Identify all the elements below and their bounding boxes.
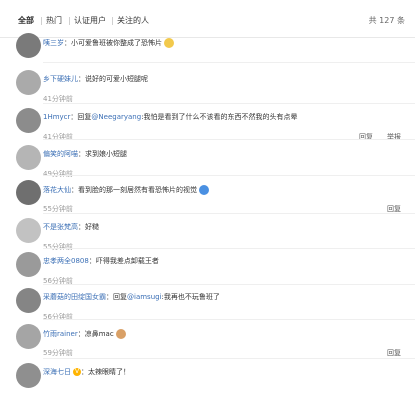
avatar[interactable] [16, 145, 41, 170]
tab-following[interactable]: 关注的人 [117, 16, 149, 26]
comment-body: 求到娘小短腿 [85, 150, 127, 158]
divider [43, 358, 415, 359]
avatar[interactable] [16, 108, 41, 133]
comment-body: 小可爱鲁班被你整成了恐怖片 [71, 39, 162, 47]
username-link[interactable]: 1Hmycr [43, 113, 70, 121]
username-link[interactable]: 忠孝两全0808 [43, 257, 89, 265]
comment-count: 共 127 条 [368, 16, 405, 25]
comment-text: 偏笑的阿喵：求到娘小短腿 [43, 150, 127, 158]
avatar[interactable] [16, 218, 41, 243]
comment-body: :我怕是看到了什么不该看的东西不然我的头有点晕 [141, 113, 298, 121]
divider [43, 248, 415, 249]
avatar[interactable] [16, 363, 41, 388]
divider [43, 213, 415, 214]
username-link[interactable]: 咦三岁 [43, 39, 64, 47]
cat-emoji-icon [115, 329, 126, 339]
comment-actions: 回复 举报 [345, 133, 401, 142]
comment-text: 忠孝两全0808：吓得我差点卸载王者 [43, 257, 159, 265]
comment-time: 41分钟前 [43, 133, 73, 141]
username-link[interactable]: 深海七日 [43, 368, 71, 376]
tab-divider [41, 17, 42, 25]
comment-text: 咦三岁：小可爱鲁班被你整成了恐怖片 [43, 38, 174, 48]
divider [43, 62, 415, 63]
reply-button[interactable]: 回复 [387, 205, 401, 213]
username-link[interactable]: 竹雨rainer [43, 330, 78, 338]
filter-tabs: 全部 热门 认证用户 关注的人 共 127 条 [0, 0, 415, 38]
username-link[interactable]: 乡下硬妹儿 [43, 75, 78, 83]
comment-body: 凉鼻mac [84, 330, 114, 338]
avatar[interactable] [16, 288, 41, 313]
comment-body: 吓得我差点卸载王者 [95, 257, 159, 265]
tab-verified-users[interactable]: 认证用户 [74, 16, 106, 26]
comment-body: 太辣眼睛了！ [88, 368, 130, 376]
comment-time: 59分钟前 [43, 349, 73, 357]
tab-all[interactable]: 全部 [18, 16, 34, 26]
mention-link[interactable]: @Neegaryang [91, 113, 141, 121]
divider [43, 175, 415, 176]
username-link[interactable]: 落花大仙 [43, 186, 71, 194]
comment-text: 1Hmycr：回复@Neegaryang:我怕是看到了什么不该看的东西不然我的头… [43, 113, 298, 121]
username-link[interactable]: 采蘑菇的田绽国女霸 [43, 293, 106, 301]
comment-body: 说好的可爱小短腿呢 [85, 75, 148, 83]
divider [43, 103, 415, 104]
comment-time: 56分钟前 [43, 313, 73, 321]
avatar[interactable] [16, 324, 41, 349]
avatar[interactable] [16, 180, 41, 205]
username-link[interactable]: 偏笑的阿喵 [43, 150, 78, 158]
comment-text: 竹雨rainer：凉鼻mac [43, 329, 126, 339]
avatar[interactable] [16, 70, 41, 95]
comment-body: :我再也不玩鲁班了 [161, 293, 220, 301]
tab-hot[interactable]: 热门 [46, 16, 62, 26]
verified-badge-icon: V [73, 368, 81, 376]
username-link[interactable]: 不是张梵高 [43, 223, 78, 231]
comment-actions: 回复 [373, 349, 401, 358]
comment-text: 采蘑菇的田绽国女霸：回复@iamsugi:我再也不玩鲁班了 [43, 293, 220, 301]
laughing-emoji-icon [164, 38, 174, 48]
comment-text: 落花大仙：看到脸的那一刻居然有看恐怖片的视觉 [43, 185, 209, 195]
avatar[interactable] [16, 33, 41, 58]
mention-link[interactable]: @iamsugi [127, 293, 162, 301]
avatar[interactable] [16, 252, 41, 277]
comment-body: 看到脸的那一刻居然有看恐怖片的视觉 [78, 186, 197, 194]
divider [43, 319, 415, 320]
shocked-emoji-icon [199, 185, 209, 195]
comment-text: 深海七日 V ：太辣眼睛了！ [43, 368, 130, 376]
reply-button[interactable]: 回复 [387, 349, 401, 357]
comment-text: 不是张梵高：好糙 [43, 223, 99, 231]
tab-divider [112, 17, 113, 25]
comment-text: 乡下硬妹儿：说好的可爱小短腿呢 [43, 75, 148, 83]
divider [43, 139, 415, 140]
divider [43, 284, 415, 285]
tab-divider [69, 17, 70, 25]
comment-body: 好糙 [85, 223, 99, 231]
